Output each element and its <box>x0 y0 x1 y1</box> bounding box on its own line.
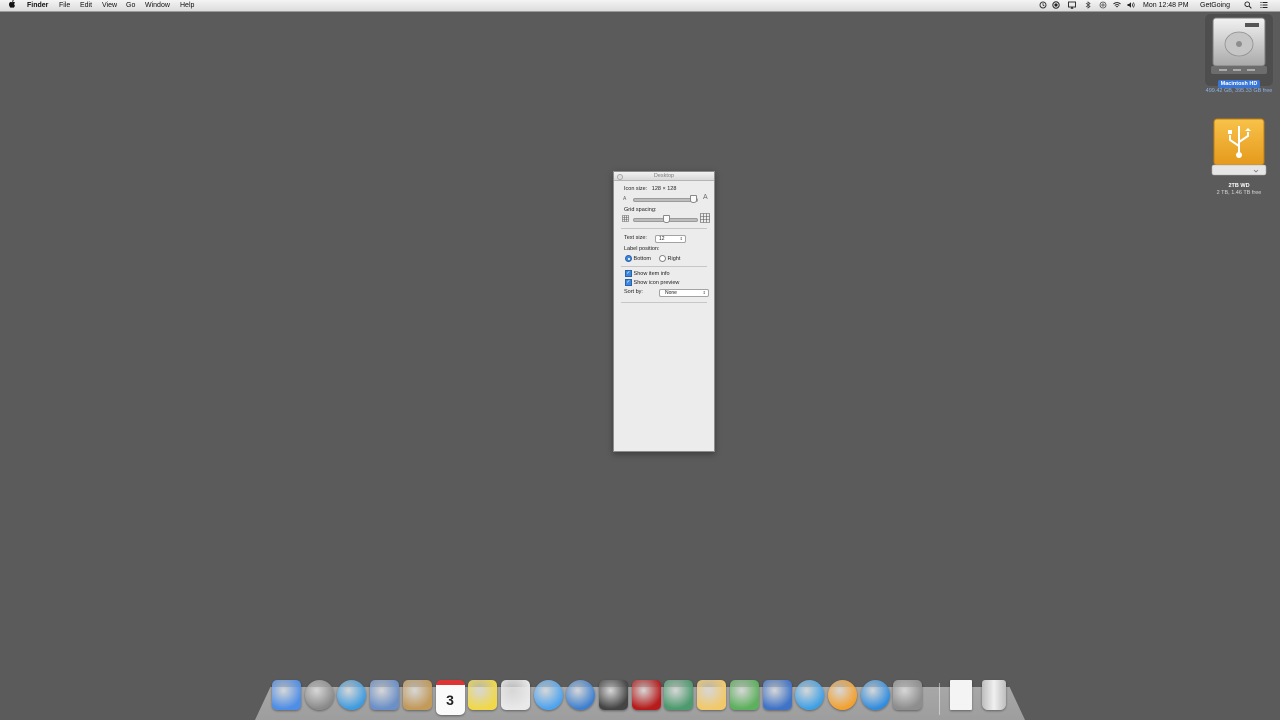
dock-finder-icon[interactable] <box>272 680 301 710</box>
icon-size-slider-knob[interactable] <box>690 195 697 203</box>
dock-notes-icon[interactable] <box>468 680 498 710</box>
time-machine-icon[interactable] <box>1039 1 1047 9</box>
record-icon[interactable] <box>1052 1 1060 9</box>
apple-menu-icon[interactable] <box>9 0 16 11</box>
dock-launchpad-icon[interactable] <box>304 680 334 710</box>
select-arrows-icon: ⇕ <box>679 236 683 241</box>
show-item-info-row[interactable]: ✓ Show item info <box>625 270 670 277</box>
text-size-value: 12 <box>659 236 665 242</box>
usb-drive-icon <box>1211 118 1267 176</box>
dock-photo-booth-icon[interactable] <box>599 680 628 710</box>
desktop-disk-macintosh-hd[interactable]: Macintosh HD 499.42 GB, 395.33 GB free <box>1204 14 1274 94</box>
divider <box>621 302 707 303</box>
show-icon-preview-checkbox[interactable]: ✓ <box>625 279 632 286</box>
dock-separator <box>939 683 940 715</box>
panel-title: Desktop <box>653 173 675 179</box>
grid-spacing-label: Grid spacing: <box>624 207 657 213</box>
dock-mail-icon[interactable] <box>370 680 400 710</box>
sync-icon[interactable] <box>1099 1 1107 9</box>
show-icon-preview-label: Show icon preview <box>633 279 680 286</box>
menu-bar: Finder File Edit View Go Window Help Mon… <box>0 0 1280 12</box>
grid-spacing-slider-knob[interactable] <box>663 215 670 223</box>
panel-titlebar[interactable]: Desktop <box>614 172 714 181</box>
icon-size-slider-track[interactable] <box>633 198 698 202</box>
panel-close-button[interactable] <box>617 174 623 180</box>
dock-photo-booth-red-icon[interactable] <box>631 680 661 710</box>
radio-right[interactable] <box>659 255 666 262</box>
show-icon-preview-row[interactable]: ✓ Show icon preview <box>625 279 679 286</box>
dock-numbers-icon[interactable] <box>729 680 759 710</box>
menu-app-name[interactable]: Finder <box>27 0 48 11</box>
dock-calendar-icon[interactable]: 3 <box>435 680 465 715</box>
dock-ibooks-icon[interactable] <box>827 680 857 710</box>
menu-window[interactable]: Window <box>145 0 170 11</box>
large-grid-icon <box>700 213 710 223</box>
radio-bottom[interactable] <box>625 255 632 262</box>
dock-messages-icon[interactable] <box>533 680 563 710</box>
airplay-icon[interactable] <box>1068 1 1076 9</box>
disk-info: 2 TB, 1.46 TB free <box>1216 190 1262 196</box>
sort-by-value: None <box>665 290 677 296</box>
icon-size-value: 128 × 128 <box>651 186 677 192</box>
divider <box>621 266 707 267</box>
menu-clock[interactable]: Mon 12:48 PM <box>1143 0 1189 11</box>
divider <box>621 228 707 229</box>
menu-edit[interactable]: Edit <box>80 0 92 11</box>
sort-by-select[interactable]: None ⇕ <box>659 289 709 297</box>
dock-app-store-icon[interactable] <box>860 680 890 710</box>
text-size-select[interactable]: 12 ⇕ <box>655 235 686 243</box>
disk-name: Macintosh HD <box>1217 80 1261 88</box>
dock-document-icon[interactable] <box>950 680 972 710</box>
small-grid-icon <box>622 215 629 222</box>
radio-bottom-label: Bottom <box>633 255 651 262</box>
select-arrows-icon: ⇕ <box>702 290 706 295</box>
small-icon-size-icon: A <box>623 196 627 202</box>
menu-file[interactable]: File <box>59 0 70 11</box>
show-item-info-label: Show item info <box>633 270 670 277</box>
label-position-label: Label position: <box>624 246 660 252</box>
menu-help[interactable]: Help <box>180 0 194 11</box>
menu-go[interactable]: Go <box>126 0 135 11</box>
desktop-disk-2tb-wd[interactable]: 2TB WD 2 TB, 1.46 TB free <box>1204 116 1274 196</box>
notification-center-icon[interactable] <box>1260 1 1268 9</box>
disk-info: 499.42 GB, 395.33 GB free <box>1205 88 1273 94</box>
label-position-right[interactable]: Right <box>659 255 680 262</box>
spotlight-search-icon[interactable] <box>1244 1 1252 9</box>
volume-icon[interactable] <box>1127 1 1135 9</box>
label-position-bottom[interactable]: Bottom <box>625 255 651 262</box>
menu-user[interactable]: GetGoing <box>1200 0 1230 11</box>
disk-name: 2TB WD <box>1228 183 1250 189</box>
desktop-view-options-panel: Desktop Icon size: 128 × 128 A A Grid sp… <box>613 171 715 452</box>
dock-system-preferences-icon[interactable] <box>893 680 923 710</box>
dock-iphoto-icon[interactable] <box>664 680 694 710</box>
text-size-label: Text size: <box>624 235 647 241</box>
wifi-icon[interactable] <box>1113 1 1121 9</box>
dock-pages-icon[interactable] <box>697 680 727 710</box>
icon-size-row: Icon size: 128 × 128 <box>624 186 676 192</box>
dock-reminders-icon[interactable] <box>500 680 530 710</box>
large-icon-size-icon: A <box>703 194 708 201</box>
menu-view[interactable]: View <box>102 0 117 11</box>
icon-size-label: Icon size: <box>624 186 648 192</box>
dock-itunes-icon[interactable] <box>795 680 825 710</box>
show-item-info-checkbox[interactable]: ✓ <box>625 270 632 277</box>
dock-keynote-icon[interactable] <box>762 680 792 710</box>
dock-contacts-icon[interactable] <box>402 680 432 710</box>
dock-trash-icon[interactable] <box>982 680 1006 710</box>
radio-right-label: Right <box>667 255 681 262</box>
hard-disk-icon <box>1211 17 1267 74</box>
sort-by-label: Sort by: <box>624 289 643 295</box>
bluetooth-icon[interactable] <box>1084 1 1092 9</box>
